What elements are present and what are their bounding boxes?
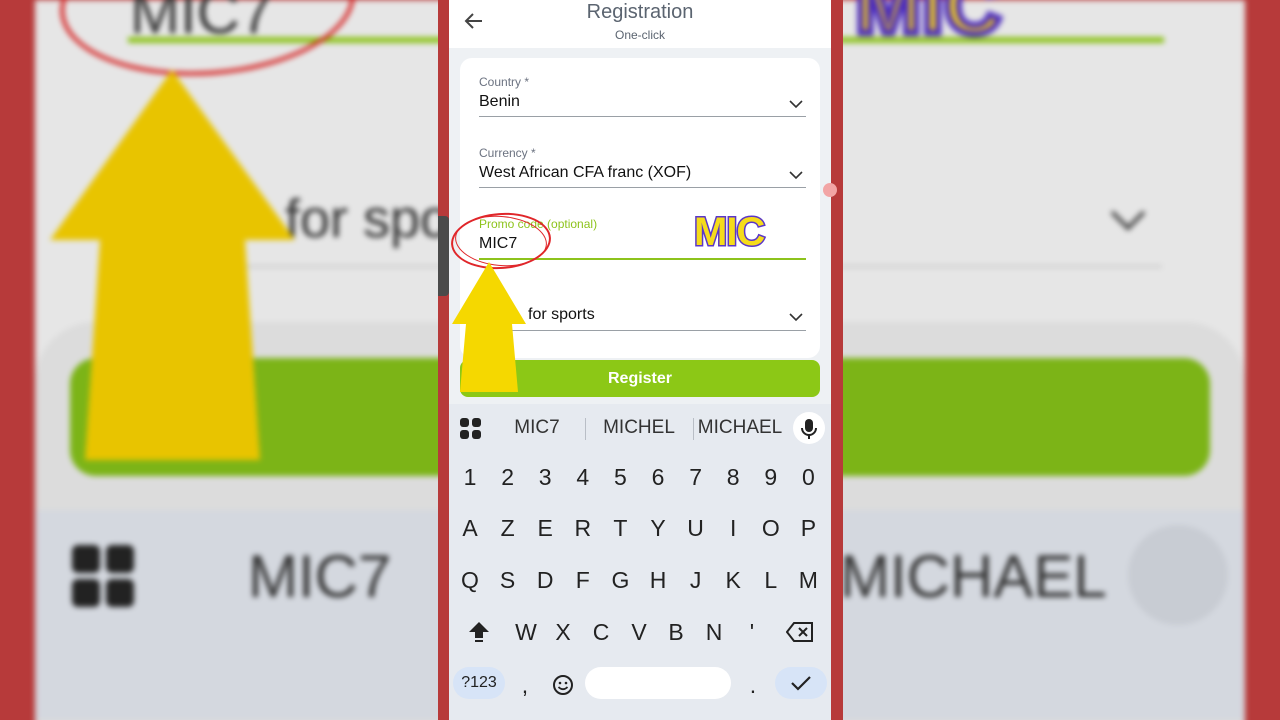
top-bar: Registration One-click <box>449 0 831 48</box>
backspace-key[interactable] <box>782 612 818 652</box>
suggestion-1[interactable]: MIC7 <box>499 417 575 439</box>
bg-suggestion-3: MICHAEL <box>840 543 1107 610</box>
mic-tag-overlay: MIC <box>692 209 766 256</box>
key[interactable]: W <box>508 612 544 652</box>
key[interactable]: U <box>678 508 714 548</box>
bg-suggestion-1: MIC7 <box>248 543 392 610</box>
key[interactable]: S <box>490 560 526 600</box>
backspace-icon <box>785 622 813 642</box>
frame-edge-right <box>831 0 843 720</box>
key[interactable]: Y <box>640 508 676 548</box>
country-select[interactable]: Country * Benin <box>479 75 806 117</box>
chevron-down-icon <box>789 100 803 109</box>
apps-grid-icon[interactable] <box>460 418 481 439</box>
suggestion-3[interactable]: MICHAEL <box>695 417 785 439</box>
key[interactable]: 9 <box>753 457 789 497</box>
suggestion-2[interactable]: MICHEL <box>595 417 683 439</box>
shift-key[interactable] <box>461 612 497 652</box>
key[interactable]: C <box>583 612 619 652</box>
frame-edge-left <box>438 0 449 720</box>
key[interactable]: J <box>678 560 714 600</box>
key[interactable]: 3 <box>527 457 563 497</box>
key[interactable]: 6 <box>640 457 676 497</box>
bonus-value: for sports <box>528 306 595 323</box>
country-value: Benin <box>479 93 520 110</box>
currency-value: West African CFA franc (XOF) <box>479 164 692 181</box>
key[interactable]: N <box>696 612 732 652</box>
key[interactable]: 1 <box>452 457 488 497</box>
phone-side-button <box>438 216 449 296</box>
emoji-key[interactable] <box>545 665 581 705</box>
key[interactable]: L <box>753 560 789 600</box>
symbols-key[interactable]: ?123 <box>453 667 505 699</box>
key[interactable]: O <box>753 508 789 548</box>
key[interactable]: A <box>452 508 488 548</box>
enter-key[interactable] <box>775 667 827 699</box>
page-subtitle: One-click <box>614 28 665 42</box>
shift-icon <box>469 622 489 642</box>
key[interactable]: 4 <box>565 457 601 497</box>
notification-dot <box>823 183 837 197</box>
key[interactable]: I <box>715 508 751 548</box>
key[interactable]: R <box>565 508 601 548</box>
key[interactable]: Z <box>490 508 526 548</box>
period-key[interactable]: . <box>735 665 771 705</box>
microphone-button[interactable] <box>793 412 825 444</box>
bonus-select[interactable]: for sports <box>479 306 806 332</box>
key[interactable]: T <box>602 508 638 548</box>
annotation-arrow-icon <box>452 262 526 392</box>
emoji-icon <box>553 675 573 695</box>
country-label: Country * <box>479 75 530 89</box>
chevron-down-icon <box>789 313 803 322</box>
letter-row-2: Q S D F G H J K L M <box>449 560 831 600</box>
bg-mic-tag: MIC <box>852 0 1005 53</box>
suggestion-bar: MIC7 MICHEL MICHAEL <box>449 404 831 452</box>
key[interactable]: D <box>527 560 563 600</box>
comma-key[interactable]: , <box>507 665 543 705</box>
chevron-down-icon <box>789 171 803 180</box>
key[interactable]: 2 <box>490 457 526 497</box>
key[interactable]: K <box>715 560 751 600</box>
letter-row-3: W X C V B N ' <box>449 612 831 652</box>
key[interactable]: 8 <box>715 457 751 497</box>
key[interactable]: G <box>602 560 638 600</box>
key[interactable]: V <box>621 612 657 652</box>
key[interactable]: 0 <box>790 457 826 497</box>
check-icon <box>791 676 811 691</box>
key[interactable]: B <box>658 612 694 652</box>
key[interactable]: ' <box>734 612 770 652</box>
currency-select[interactable]: Currency * West African CFA franc (XOF) <box>479 146 806 188</box>
soft-keyboard: MIC7 MICHEL MICHAEL 1 2 3 4 5 6 7 8 9 0 … <box>449 404 831 720</box>
page-title: Registration <box>586 1 694 23</box>
key[interactable]: 5 <box>602 457 638 497</box>
key[interactable]: X <box>545 612 581 652</box>
currency-label: Currency * <box>479 146 536 160</box>
key[interactable]: P <box>790 508 826 548</box>
digit-row: 1 2 3 4 5 6 7 8 9 0 <box>449 457 831 497</box>
key[interactable]: F <box>565 560 601 600</box>
key[interactable]: E <box>527 508 563 548</box>
key[interactable]: Q <box>452 560 488 600</box>
key[interactable]: 7 <box>678 457 714 497</box>
key[interactable]: H <box>640 560 676 600</box>
space-key[interactable] <box>585 667 731 699</box>
microphone-icon <box>801 419 817 439</box>
letter-row-1: A Z E R T Y U I O P <box>449 508 831 548</box>
key[interactable]: M <box>790 560 826 600</box>
